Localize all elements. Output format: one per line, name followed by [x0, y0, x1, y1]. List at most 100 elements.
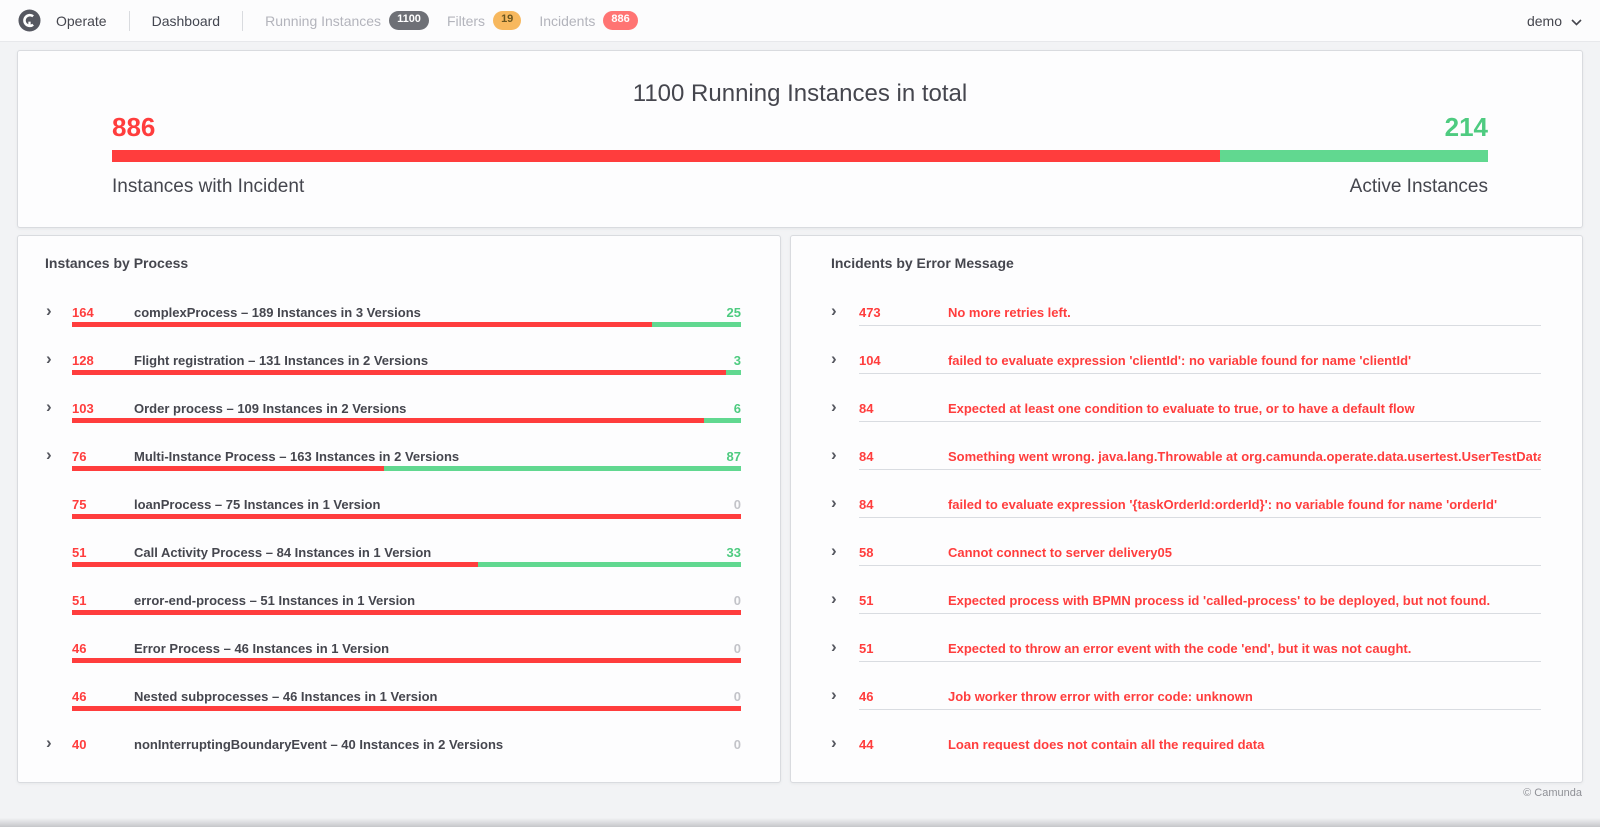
- expand-chevron-icon[interactable]: ›: [46, 350, 72, 367]
- expand-chevron-icon[interactable]: ›: [831, 734, 859, 751]
- process-label[interactable]: complexProcess – 189 Instances in 3 Vers…: [134, 305, 727, 320]
- expand-chevron-icon[interactable]: ›: [831, 686, 859, 703]
- nav-dashboard[interactable]: Dashboard: [152, 13, 221, 29]
- process-bar-incidents-segment: [72, 418, 705, 423]
- process-label[interactable]: Order process – 109 Instances in 2 Versi…: [134, 401, 734, 416]
- row-divider: [858, 325, 1541, 326]
- error-message-row[interactable]: › 84 failed to evaluate expression '{tas…: [791, 480, 1582, 528]
- nav-incidents[interactable]: Incidents 886: [539, 11, 638, 30]
- process-incident-count[interactable]: 76: [72, 449, 134, 464]
- incident-instances-count[interactable]: 886: [112, 112, 155, 142]
- error-message-row[interactable]: › 104 failed to evaluate expression 'cli…: [791, 336, 1582, 384]
- process-label[interactable]: Multi-Instance Process – 163 Instances i…: [134, 449, 727, 464]
- error-message[interactable]: Cannot connect to server delivery05: [948, 545, 1541, 560]
- process-incident-count[interactable]: 103: [72, 401, 134, 416]
- process-incident-count[interactable]: 51: [72, 593, 134, 608]
- window-bottom-shadow: [0, 818, 1600, 827]
- process-active-count[interactable]: 0: [734, 593, 741, 608]
- error-message[interactable]: No more retries left.: [948, 305, 1541, 320]
- process-row[interactable]: › 46 Error Process – 46 Instances in 1 V…: [18, 624, 780, 672]
- error-message-row[interactable]: › 51 Expected process with BPMN process …: [791, 576, 1582, 624]
- error-incident-count[interactable]: 58: [859, 545, 948, 560]
- process-active-count[interactable]: 0: [734, 641, 741, 656]
- nav-running-instances[interactable]: Running Instances 1100: [265, 11, 429, 30]
- process-active-count[interactable]: 6: [734, 401, 741, 416]
- error-message[interactable]: Expected process with BPMN process id 'c…: [948, 593, 1541, 608]
- error-message-row[interactable]: › 473 No more retries left.: [791, 288, 1582, 336]
- process-active-count[interactable]: 3: [734, 353, 741, 368]
- process-active-count[interactable]: 0: [734, 497, 741, 512]
- active-instances-label[interactable]: Active Instances: [1350, 176, 1488, 198]
- process-row[interactable]: › 46 Nested subprocesses – 46 Instances …: [18, 672, 780, 720]
- process-incident-count[interactable]: 51: [72, 545, 134, 560]
- error-incident-count[interactable]: 44: [859, 737, 948, 751]
- process-active-count[interactable]: 25: [727, 305, 741, 320]
- error-message[interactable]: Expected at least one condition to evalu…: [948, 401, 1541, 416]
- process-incident-count[interactable]: 128: [72, 353, 134, 368]
- chevron-down-icon: [1571, 13, 1582, 29]
- process-label[interactable]: Call Activity Process – 84 Instances in …: [134, 545, 727, 560]
- process-row[interactable]: › 75 loanProcess – 75 Instances in 1 Ver…: [18, 480, 780, 528]
- error-incident-count[interactable]: 104: [859, 353, 948, 368]
- process-active-count[interactable]: 0: [734, 737, 741, 752]
- error-message-row[interactable]: › 84 Something went wrong. java.lang.Thr…: [791, 432, 1582, 480]
- process-label[interactable]: Nested subprocesses – 46 Instances in 1 …: [134, 689, 734, 704]
- expand-chevron-icon[interactable]: ›: [46, 446, 72, 463]
- process-label[interactable]: error-end-process – 51 Instances in 1 Ve…: [134, 593, 734, 608]
- error-message-row[interactable]: › 51 Expected to throw an error event wi…: [791, 624, 1582, 672]
- expand-chevron-icon[interactable]: ›: [46, 734, 72, 751]
- nav-divider: [128, 10, 130, 31]
- expand-chevron-icon[interactable]: ›: [831, 302, 859, 319]
- process-label[interactable]: Flight registration – 131 Instances in 2…: [134, 353, 734, 368]
- expand-chevron-icon[interactable]: ›: [831, 446, 859, 463]
- error-incident-count[interactable]: 84: [859, 401, 948, 416]
- expand-chevron-icon[interactable]: ›: [831, 494, 859, 511]
- active-instances-count[interactable]: 214: [1445, 112, 1488, 142]
- error-incident-count[interactable]: 84: [859, 449, 948, 464]
- error-message[interactable]: Something went wrong. java.lang.Throwabl…: [948, 449, 1541, 464]
- process-row[interactable]: › 103 Order process – 109 Instances in 2…: [18, 384, 780, 432]
- error-incident-count[interactable]: 84: [859, 497, 948, 512]
- process-row[interactable]: › 51 Call Activity Process – 84 Instance…: [18, 528, 780, 576]
- error-message[interactable]: failed to evaluate expression 'clientId'…: [948, 353, 1541, 368]
- error-message-row[interactable]: › 84 Expected at least one condition to …: [791, 384, 1582, 432]
- process-row[interactable]: › 164 complexProcess – 189 Instances in …: [18, 288, 780, 336]
- process-label[interactable]: Error Process – 46 Instances in 1 Versio…: [134, 641, 734, 656]
- process-row[interactable]: › 40 nonInterruptingBoundaryEvent – 40 I…: [18, 720, 780, 754]
- process-row[interactable]: › 76 Multi-Instance Process – 163 Instan…: [18, 432, 780, 480]
- instances-by-process-title: Instances by Process: [45, 255, 189, 271]
- incident-instances-label[interactable]: Instances with Incident: [112, 176, 304, 198]
- process-active-count[interactable]: 87: [727, 449, 741, 464]
- error-incident-count[interactable]: 46: [859, 689, 948, 704]
- error-incident-count[interactable]: 51: [859, 641, 948, 656]
- process-active-count[interactable]: 33: [727, 545, 741, 560]
- expand-chevron-icon[interactable]: ›: [46, 398, 72, 415]
- error-message-row[interactable]: › 44 Loan request does not contain all t…: [791, 720, 1582, 751]
- process-row[interactable]: › 128 Flight registration – 131 Instance…: [18, 336, 780, 384]
- process-incident-count[interactable]: 164: [72, 305, 134, 320]
- expand-chevron-icon[interactable]: ›: [831, 542, 859, 559]
- process-label[interactable]: nonInterruptingBoundaryEvent – 40 Instan…: [134, 737, 734, 752]
- process-incident-count[interactable]: 40: [72, 737, 134, 752]
- expand-chevron-icon[interactable]: ›: [46, 302, 72, 319]
- error-message-row[interactable]: › 58 Cannot connect to server delivery05: [791, 528, 1582, 576]
- process-label[interactable]: loanProcess – 75 Instances in 1 Version: [134, 497, 734, 512]
- process-row[interactable]: › 51 error-end-process – 51 Instances in…: [18, 576, 780, 624]
- expand-chevron-icon[interactable]: ›: [831, 350, 859, 367]
- error-message[interactable]: Job worker throw error with error code: …: [948, 689, 1541, 704]
- error-message[interactable]: Expected to throw an error event with th…: [948, 641, 1541, 656]
- process-incident-count[interactable]: 75: [72, 497, 134, 512]
- user-menu[interactable]: demo: [1527, 13, 1582, 29]
- error-message[interactable]: failed to evaluate expression '{taskOrde…: [948, 497, 1541, 512]
- process-active-count[interactable]: 0: [734, 689, 741, 704]
- error-message-row[interactable]: › 46 Job worker throw error with error c…: [791, 672, 1582, 720]
- error-incident-count[interactable]: 51: [859, 593, 948, 608]
- process-incident-count[interactable]: 46: [72, 689, 134, 704]
- expand-chevron-icon[interactable]: ›: [831, 638, 859, 655]
- nav-filters[interactable]: Filters 19: [447, 11, 522, 30]
- error-incident-count[interactable]: 473: [859, 305, 948, 320]
- error-message[interactable]: Loan request does not contain all the re…: [948, 737, 1541, 751]
- expand-chevron-icon[interactable]: ›: [831, 398, 859, 415]
- expand-chevron-icon[interactable]: ›: [831, 590, 859, 607]
- process-incident-count[interactable]: 46: [72, 641, 134, 656]
